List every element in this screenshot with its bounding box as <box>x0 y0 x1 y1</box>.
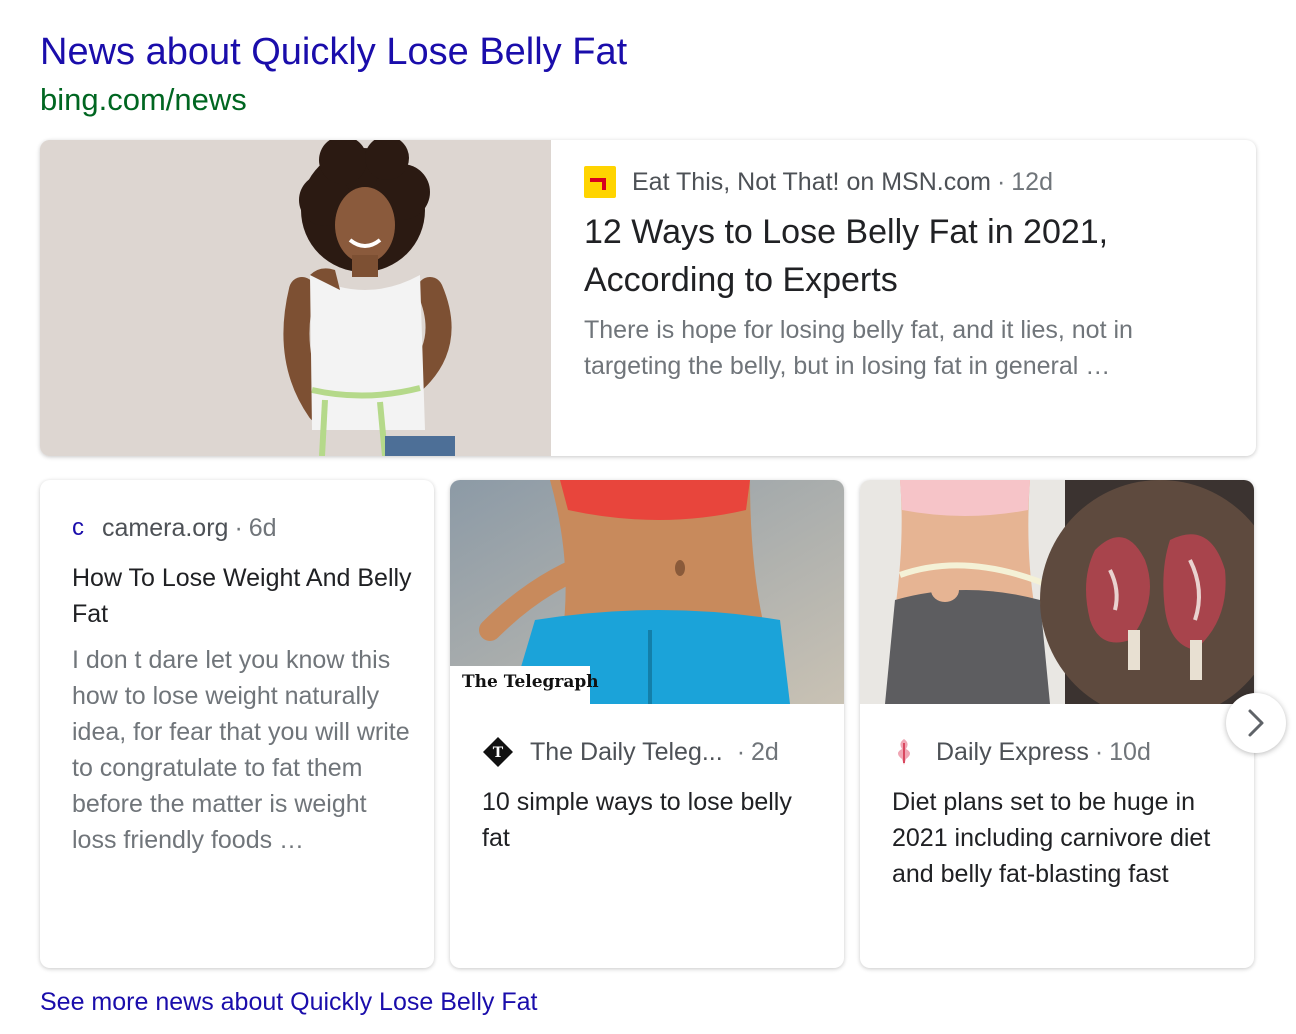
separator-dot: · <box>1094 737 1104 766</box>
card-source-row: T The Daily Teleg... · 2d <box>482 732 822 772</box>
carousel-next-button[interactable] <box>1226 693 1286 753</box>
card-snippet: I don t dare let you know this how to lo… <box>72 646 410 854</box>
news-header-url: bing.com/news <box>40 82 247 117</box>
card-source-name: Daily Express <box>936 737 1089 766</box>
featured-source-name: Eat This, Not That! on MSN.com <box>632 167 991 196</box>
camera-logo-icon: c <box>72 514 84 541</box>
featured-news-card[interactable]: Eat This, Not That! on MSN.com · 12d 12 … <box>40 140 1256 456</box>
featured-title[interactable]: 12 Ways to Lose Belly Fat in 2021, Accor… <box>584 208 1224 304</box>
card-source-row: c camera.org · 6d <box>72 508 412 548</box>
msn-logo-icon <box>584 166 616 198</box>
featured-source-row: Eat This, Not That! on MSN.com · 12d <box>584 162 1224 202</box>
separator-dot: · <box>996 167 1006 196</box>
card-age: 10d <box>1109 737 1151 766</box>
news-card-telegraph[interactable]: The Telegraph T The Daily Teleg... · 2d … <box>450 480 844 968</box>
express-logo-icon <box>892 737 916 767</box>
featured-news-image <box>40 140 551 456</box>
card-age: 6d <box>248 513 277 542</box>
card-title[interactable]: Diet plans set to be huge in 2021 includ… <box>892 784 1232 892</box>
telegraph-logo-icon: T <box>482 736 514 768</box>
card-title[interactable]: How To Lose Weight And Belly Fat <box>72 560 412 632</box>
news-header-title[interactable]: News about Quickly Lose Belly Fat <box>40 28 627 76</box>
featured-snippet: There is hope for losing belly fat, and … <box>584 316 1133 380</box>
svg-text:T: T <box>493 745 504 761</box>
card-title[interactable]: 10 simple ways to lose belly fat <box>482 784 822 856</box>
telegraph-watermark: The Telegraph <box>462 672 599 692</box>
news-card-camera[interactable]: c camera.org · 6d How To Lose Weight And… <box>40 480 434 968</box>
card-age: 2d <box>751 737 779 766</box>
card-source-name: The Daily Teleg... <box>530 737 723 766</box>
news-card-express[interactable]: Daily Express · 10d Diet plans set to be… <box>860 480 1254 968</box>
featured-age: 12d <box>1011 167 1053 196</box>
express-news-image <box>860 480 1254 704</box>
card-source-name: camera.org <box>102 513 229 542</box>
telegraph-news-image: The Telegraph <box>450 480 844 704</box>
chevron-right-icon <box>1248 709 1264 737</box>
separator-dot: · <box>234 513 243 542</box>
separator-dot: · <box>736 737 746 766</box>
see-more-news-link[interactable]: See more news about Quickly Lose Belly F… <box>40 984 537 1020</box>
card-source-row: Daily Express · 10d <box>892 732 1232 772</box>
